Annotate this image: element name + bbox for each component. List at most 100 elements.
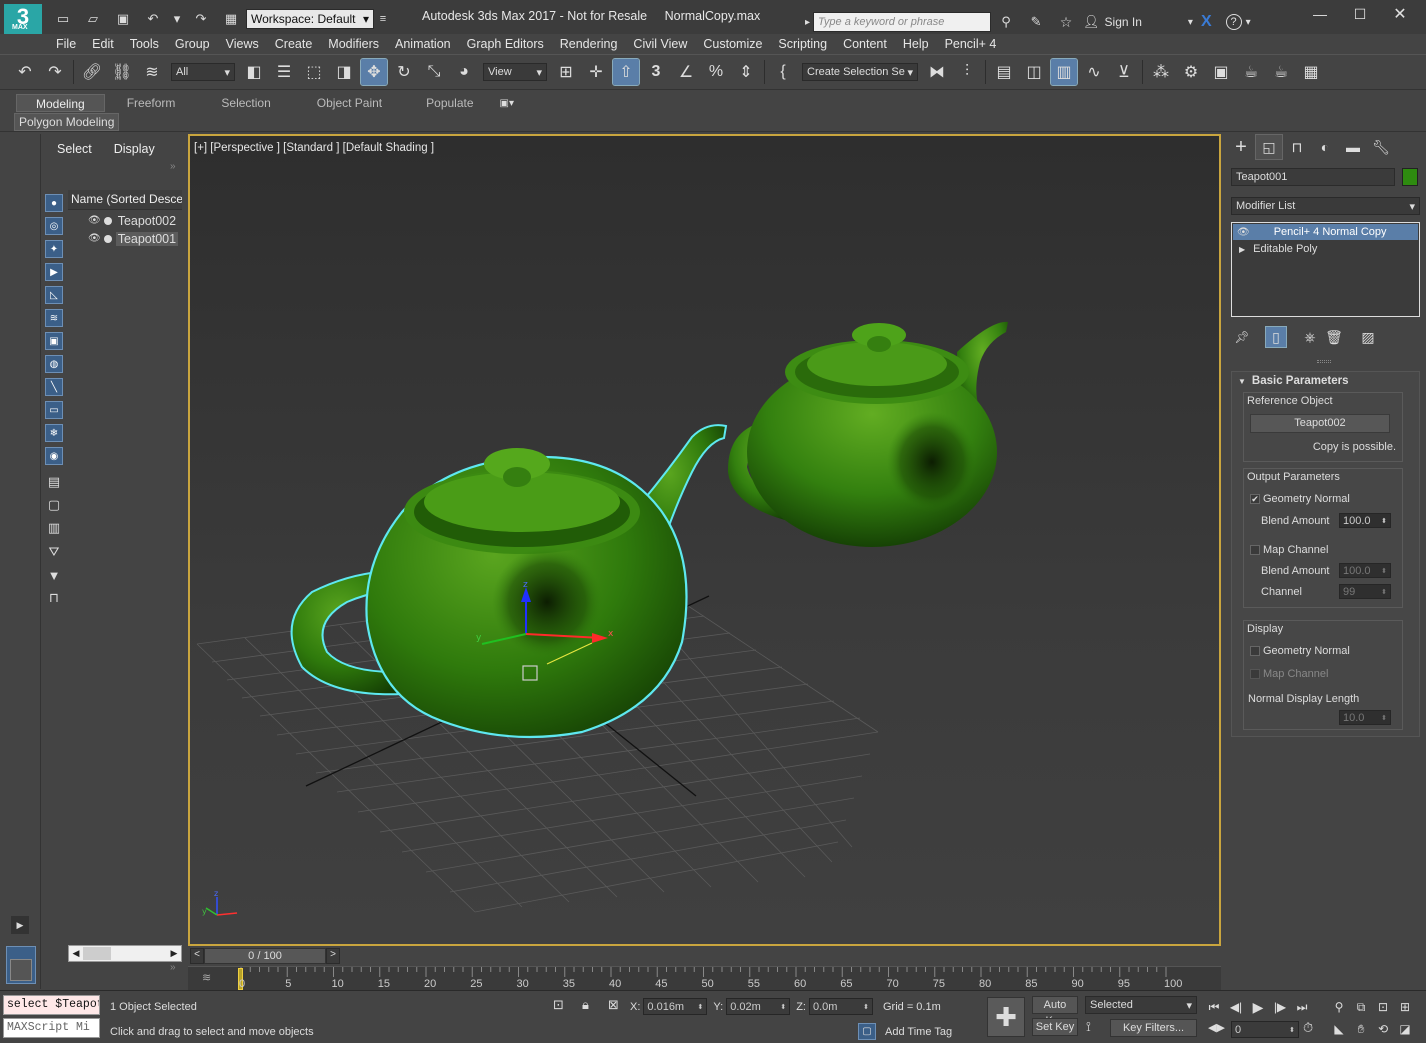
menu-help[interactable]: Help [895, 35, 937, 53]
manipulate-icon[interactable]: ✛ [583, 59, 609, 85]
freeze-dot-icon[interactable] [103, 234, 112, 243]
time-slider-thumb[interactable]: 0 / 100 [204, 948, 326, 964]
orbit-icon[interactable]: ⟲ [1372, 1019, 1394, 1039]
display-all-icon[interactable]: ▤ [45, 473, 63, 491]
spinner-snap-icon[interactable]: ⇕ [733, 59, 759, 85]
display-invert-icon[interactable]: ▥ [45, 519, 63, 537]
remove-modifier-icon[interactable]: 🗑︎ [1323, 324, 1345, 350]
workspace-dropdown[interactable]: Workspace: Default ▾ [246, 9, 374, 29]
modify-tab-icon[interactable]: ◱ [1255, 134, 1283, 160]
x-coordinate-field[interactable]: 0.016m ⬍ [643, 998, 708, 1015]
menu-modifiers[interactable]: Modifiers [320, 35, 387, 53]
display-shapes-icon[interactable]: ◎ [45, 217, 63, 235]
favorites-star-icon[interactable]: ☆ [1053, 9, 1079, 35]
field-of-view-icon[interactable]: ◣ [1328, 1019, 1350, 1039]
curve-editor-icon[interactable]: ∿ [1081, 59, 1107, 85]
blend-amount-spinner[interactable]: 100.0 ⬍ [1339, 513, 1391, 528]
time-slider-prev-icon[interactable]: < [190, 948, 204, 964]
rollout-header[interactable]: ▼ Basic Parameters [1232, 372, 1419, 390]
column-header[interactable]: Name (Sorted Desce [68, 190, 182, 210]
snaps-toggle-icon[interactable]: 3 [643, 59, 669, 85]
workspace-menu-icon[interactable]: ≡ [376, 6, 390, 32]
expand-triangle-icon[interactable]: ▶ [1239, 245, 1245, 254]
display-xrefs-icon[interactable]: ◍ [45, 355, 63, 373]
ribbon-tab-selection[interactable]: Selection [197, 94, 294, 112]
percent-snap-icon[interactable]: % [703, 59, 729, 85]
track-bar[interactable]: ≋ 0 5 10 15 20 25 30 35 40 45 50 55 60 65 70 75 80 85 90 95… [188, 966, 1221, 990]
display-cameras-icon[interactable]: ▶ [45, 263, 63, 281]
menu-create[interactable]: Create [267, 35, 321, 53]
configure-modifier-sets-icon[interactable]: ▨ [1357, 324, 1379, 350]
app-logo[interactable]: 3 MAX [4, 4, 42, 34]
pivot-center-icon[interactable]: ⊞ [553, 59, 579, 85]
bind-space-warp-icon[interactable]: ≋ [139, 59, 165, 85]
map-blend-amount-spinner[interactable]: 100.0 ⬍ [1339, 563, 1391, 578]
hierarchy-tab-icon[interactable]: ⊓ [1283, 134, 1311, 160]
menu-group[interactable]: Group [167, 35, 218, 53]
zoom-extents-all-icon[interactable]: ⊞ [1394, 997, 1416, 1017]
user-icon[interactable]: 👤︎ [1083, 14, 1100, 30]
unlink-icon[interactable]: ⛓︎ [109, 59, 135, 85]
absolute-mode-icon[interactable]: ⊠ [608, 997, 619, 1013]
reference-coordinate-dropdown[interactable]: View ▾ [483, 63, 547, 81]
help-icon[interactable]: ? [1225, 14, 1242, 30]
list-item[interactable]: 👁︎ Teapot002 [68, 212, 182, 229]
render-production-icon[interactable]: ☕︎ [1238, 59, 1264, 85]
channel-spinner[interactable]: 99 ⬍ [1339, 584, 1391, 599]
select-by-name-icon[interactable]: ☰ [271, 59, 297, 85]
autodesk-exchange-icon[interactable]: X [1201, 13, 1212, 31]
viewport-scene[interactable]: z x y z y [190, 136, 1219, 944]
object-name-field[interactable]: Teapot001 [1231, 168, 1395, 186]
rectangular-selection-icon[interactable]: ⬚ [301, 59, 327, 85]
ribbon-toggle-icon[interactable]: ▥ [1050, 58, 1078, 86]
selection-lock-icon[interactable]: 🔒︎ [582, 997, 589, 1013]
set-key-big-button[interactable]: ✚ [987, 997, 1025, 1037]
chevron-down-icon[interactable]: ▾ [1246, 17, 1251, 28]
search-input[interactable]: Type a keyword or phrase [813, 12, 992, 32]
scroll-left-icon[interactable]: ◀ [69, 948, 83, 959]
search-arrow-icon[interactable]: ▸ [805, 17, 810, 28]
go-to-end-icon[interactable]: ⏭ [1291, 997, 1313, 1017]
geometry-normal-checkbox[interactable]: ✔ Geometry Normal [1250, 493, 1350, 505]
open-file-icon[interactable]: ▱ [80, 6, 106, 32]
viewport-layout-tab[interactable] [6, 946, 36, 984]
time-configuration-icon[interactable]: ⏱ [1303, 1020, 1313, 1036]
z-coordinate-field[interactable]: 0.0m ⬍ [808, 998, 873, 1015]
normal-display-length-spinner[interactable]: 10.0 ⬍ [1339, 710, 1391, 725]
sign-in-link[interactable]: Sign In [1105, 15, 1142, 29]
selection-filter-dropdown[interactable]: All ▾ [171, 63, 235, 81]
filter-icon[interactable]: ⛛ [45, 543, 63, 561]
scroll-thumb[interactable] [83, 947, 111, 960]
window-crossing-icon[interactable]: ◨ [331, 59, 357, 85]
ribbon-tab-modeling[interactable]: Modeling [16, 94, 105, 112]
keyboard-shortcut-override-icon[interactable]: ⇧ [612, 58, 640, 86]
reference-object-button[interactable]: Teapot002 [1250, 414, 1390, 433]
menu-customize[interactable]: Customize [695, 35, 770, 53]
maxscript-mini-input[interactable]: MAXScript Mi [3, 1018, 100, 1038]
ribbon-tab-populate[interactable]: Populate [404, 94, 495, 112]
key-filters-button[interactable]: Key Filters... [1110, 1019, 1197, 1037]
scene-explorer-tab-select[interactable]: Select [57, 142, 92, 156]
close-icon[interactable]: ✕ [1380, 4, 1420, 24]
align-icon[interactable]: ⫶ [954, 59, 980, 85]
add-time-tag-text[interactable]: Add Time Tag [885, 1026, 952, 1038]
previous-frame-icon[interactable]: ◀︎| [1225, 997, 1247, 1017]
zoom-extents-icon[interactable]: ⊡ [1372, 997, 1394, 1017]
time-slider-next-icon[interactable]: > [326, 948, 340, 964]
display-tab-icon[interactable]: ▬ [1339, 134, 1367, 160]
map-channel-checkbox[interactable]: Map Channel [1250, 544, 1328, 556]
time-slider[interactable]: < 0 / 100 > [188, 946, 1221, 966]
minimize-icon[interactable]: — [1300, 6, 1340, 22]
left-expand-icon[interactable]: ▶ [11, 916, 29, 934]
select-and-rotate-icon[interactable]: ↻ [391, 59, 417, 85]
display-bones-icon[interactable]: ╲ [45, 378, 63, 396]
current-frame-field[interactable]: 0 ⬍ [1231, 1021, 1299, 1038]
visibility-eye-icon[interactable]: 👁︎ [88, 233, 101, 244]
make-unique-icon[interactable]: ⎈ [1299, 324, 1321, 350]
select-and-scale-icon[interactable]: ⤡ [421, 59, 447, 85]
menu-animation[interactable]: Animation [387, 35, 459, 53]
auto-key-button[interactable]: Auto Key [1032, 996, 1078, 1027]
go-to-start-icon[interactable]: ⏮ [1203, 997, 1225, 1017]
display-frozen-icon[interactable]: ◉ [45, 447, 63, 465]
maximize-viewport-icon[interactable]: ◪ [1394, 1019, 1416, 1039]
